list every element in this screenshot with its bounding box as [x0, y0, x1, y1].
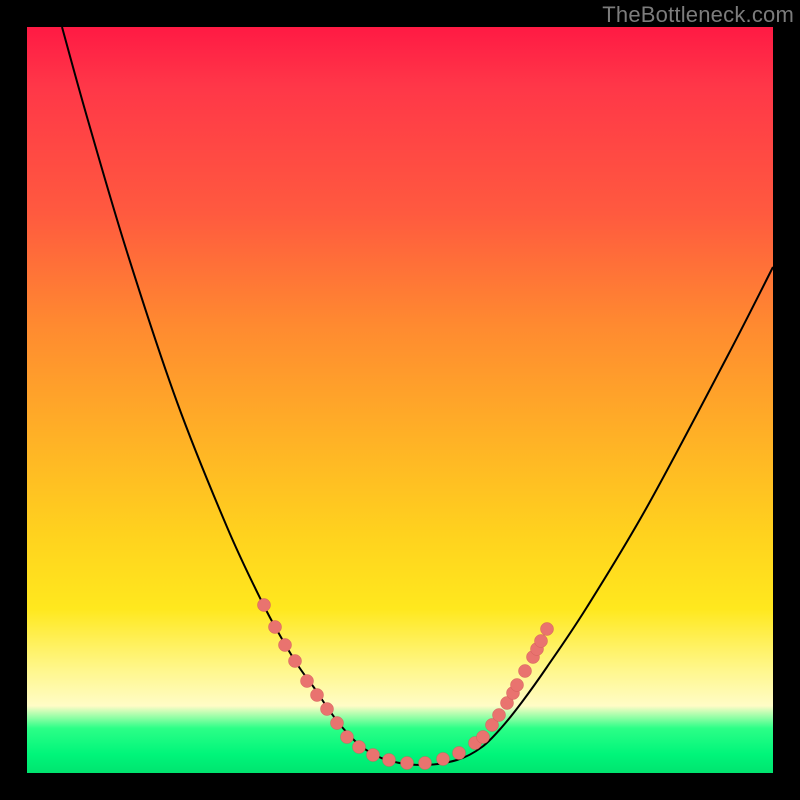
data-marker: [401, 757, 414, 770]
marker-layer: [258, 599, 554, 770]
data-marker: [535, 635, 548, 648]
data-marker: [258, 599, 271, 612]
data-marker: [511, 679, 524, 692]
data-marker: [477, 731, 490, 744]
data-marker: [367, 749, 380, 762]
data-marker: [301, 675, 314, 688]
chart-svg: [27, 27, 773, 773]
data-marker: [353, 741, 366, 754]
bottleneck-curve: [62, 27, 773, 765]
data-marker: [341, 731, 354, 744]
curve-layer: [62, 27, 773, 765]
data-marker: [321, 703, 334, 716]
watermark-text: TheBottleneck.com: [602, 2, 794, 28]
data-marker: [493, 709, 506, 722]
data-marker: [541, 623, 554, 636]
data-marker: [289, 655, 302, 668]
data-marker: [437, 753, 450, 766]
data-marker: [331, 717, 344, 730]
data-marker: [383, 754, 396, 767]
data-marker: [311, 689, 324, 702]
data-marker: [269, 621, 282, 634]
chart-frame: [27, 27, 773, 773]
data-marker: [419, 757, 432, 770]
data-marker: [453, 747, 466, 760]
data-marker: [519, 665, 532, 678]
data-marker: [279, 639, 292, 652]
